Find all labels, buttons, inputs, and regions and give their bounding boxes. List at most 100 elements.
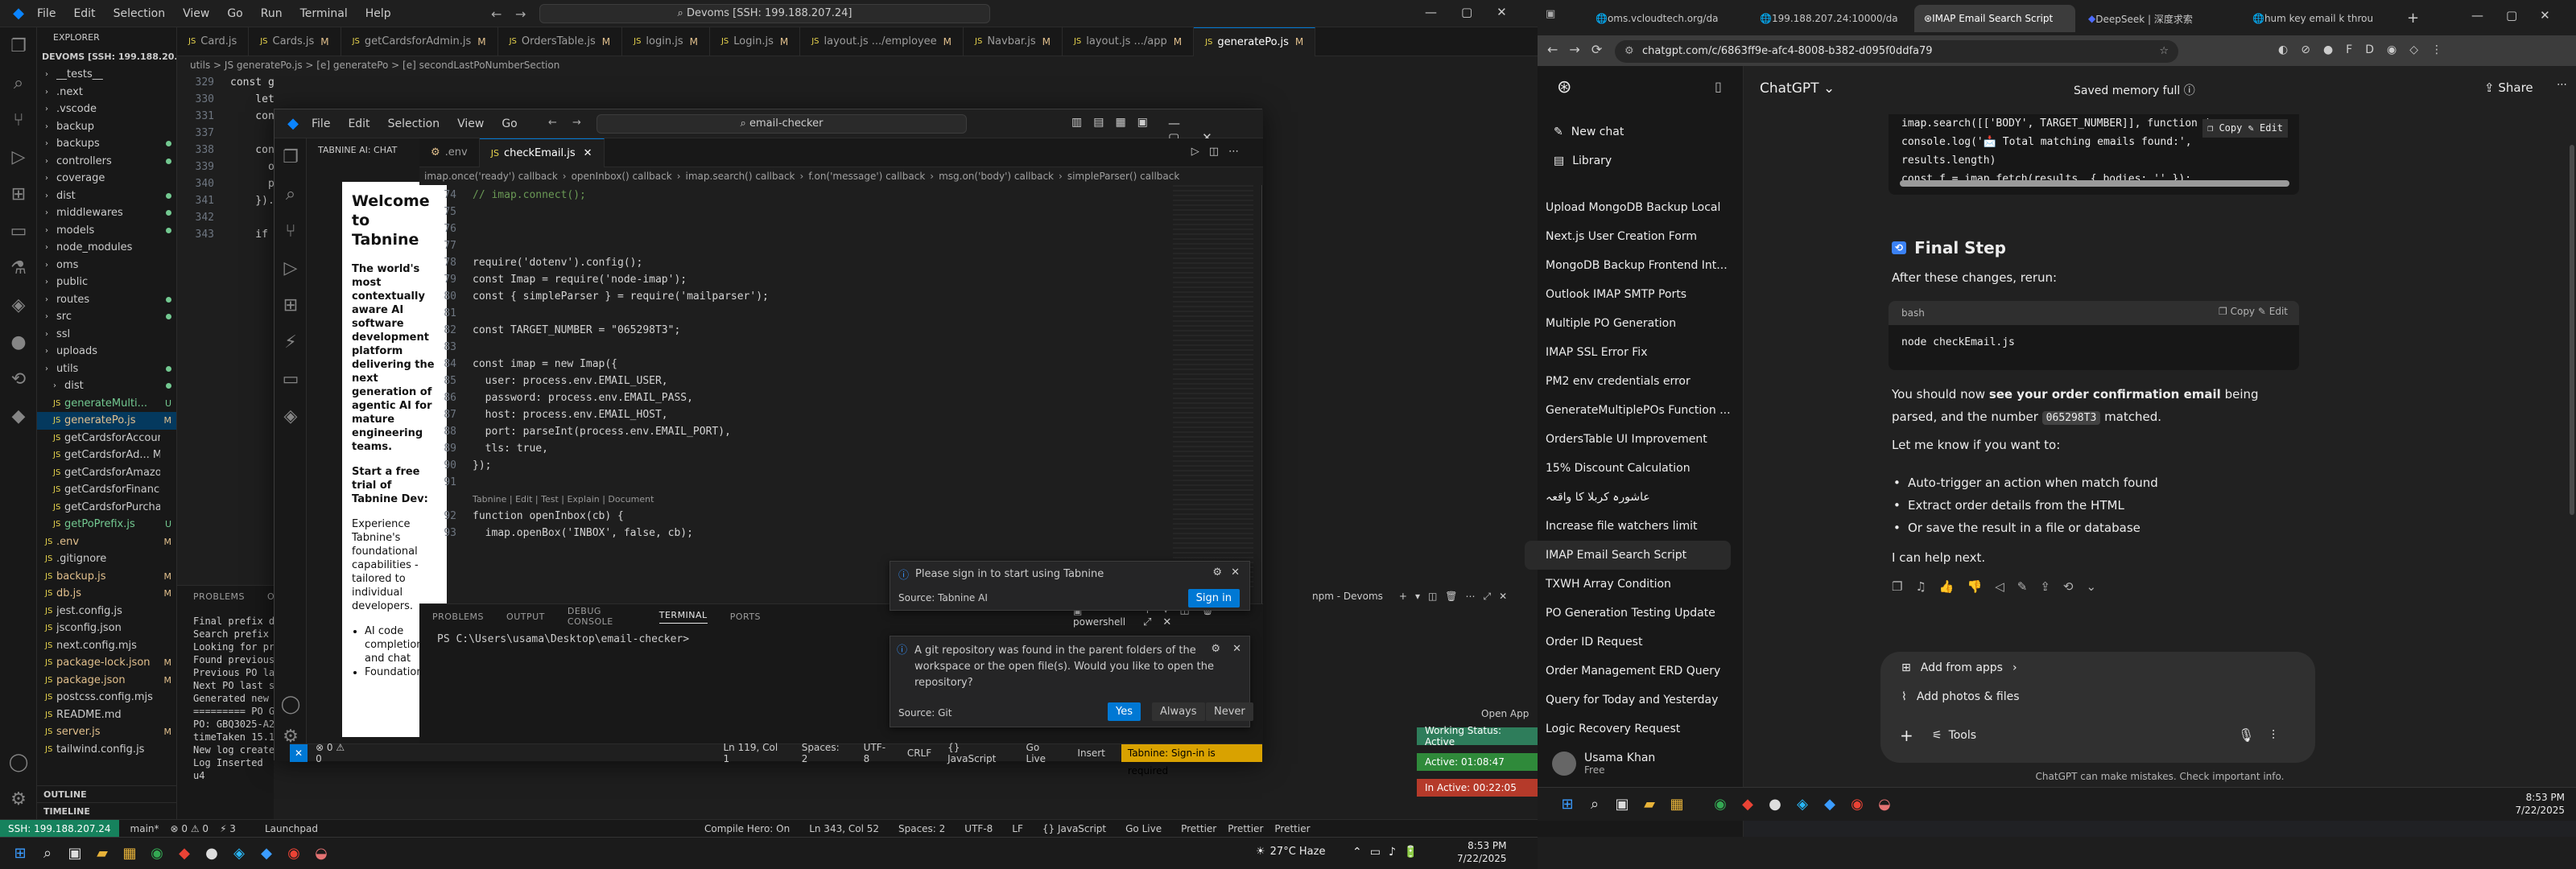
horizontal-scrollbar[interactable] — [1900, 180, 2289, 187]
remote-explorer-icon[interactable]: ▭ — [0, 212, 37, 249]
address-bar[interactable]: ⚙ chatgpt.com/c/6863ff9e-afc4-8008-b382-… — [1615, 40, 2178, 63]
add-from-apps[interactable]: ⊞ Add from apps › — [1901, 661, 2017, 674]
vscode-icon[interactable]: ◆ — [1816, 791, 1843, 818]
source-control-icon[interactable]: ⑂ — [0, 101, 37, 138]
layout-toggle-icons[interactable]: ▥▤▦▣ — [1071, 116, 1159, 129]
conversation-item[interactable]: Upload MongoDB Backup Local — [1525, 193, 1731, 222]
terminal-output[interactable]: Final prefix dete Search prefix fo Looking… — [177, 607, 345, 782]
extensions-icon[interactable]: ⊞ — [0, 175, 37, 212]
problems-count[interactable]: ⊗ 0 ⚠ 0 — [316, 742, 353, 764]
conversation-item[interactable]: Next.js User Creation Form — [1525, 222, 1731, 251]
add-photos[interactable]: ⌇ Add photos & files — [1901, 690, 2020, 703]
menu-view[interactable]: View — [457, 117, 484, 130]
go-live[interactable]: Go Live — [1125, 823, 1162, 834]
scrollbar[interactable] — [2570, 145, 2574, 515]
tree-item[interactable]: JS generatePo.js M — [37, 412, 176, 430]
app-icon[interactable]: ◒ — [1871, 791, 1898, 818]
memory-notice[interactable]: Saved memory full ⓘ — [2074, 82, 2195, 98]
new-tab-icon[interactable]: + — [2407, 10, 2419, 27]
nav-buttons[interactable]: ←→⟳ — [1547, 42, 1613, 57]
compile-hero[interactable]: Compile Hero: On — [704, 823, 790, 834]
account-icon[interactable]: ◯ — [0, 743, 37, 780]
search-icon[interactable]: ⌕ — [1581, 791, 1608, 818]
tree-item[interactable]: › .vscode — [37, 101, 176, 118]
language-mode[interactable]: {} JavaScript — [1042, 823, 1106, 834]
search-icon[interactable]: ⌕ — [34, 840, 61, 867]
github-icon[interactable]: ● — [0, 323, 37, 360]
conversation-item[interactable]: GenerateMultiplePOs Function ... — [1525, 396, 1731, 425]
cursor-position[interactable]: Ln 343, Col 52 — [809, 823, 879, 834]
timeline-section[interactable]: TIMELINE — [37, 802, 177, 819]
tree-item[interactable]: › oms — [37, 257, 176, 274]
menu-run[interactable]: Run — [261, 7, 283, 20]
yes-button[interactable]: Yes — [1108, 702, 1141, 721]
new-chat-button[interactable]: ✎ New chat — [1554, 119, 1624, 145]
workspace-root[interactable]: DEVOMS [SSH: 199.188.20... — [37, 48, 176, 66]
menu-edit[interactable]: Edit — [348, 117, 369, 130]
npm-icon[interactable]: ◆ — [0, 397, 37, 434]
editor-tab[interactable]: JS generatePo.js M — [1194, 27, 1316, 56]
model-selector[interactable]: ChatGPT ⌄ — [1760, 80, 1835, 97]
editor-tab[interactable]: JS layout.js .../app M — [1063, 27, 1195, 56]
docker-icon[interactable]: ◈ — [0, 286, 37, 323]
close-icon[interactable]: ✕ — [584, 147, 592, 159]
menu-view[interactable]: View — [183, 7, 209, 20]
system-tray-icons[interactable]: ⌃▭♪🔋 — [1352, 846, 1426, 859]
conversation-item[interactable]: Order Management ERD Query — [1525, 657, 1731, 686]
tree-item[interactable]: › backup — [37, 118, 176, 136]
tree-item[interactable]: JS README.md — [37, 706, 176, 724]
sign-in-button[interactable]: Sign in — [1187, 589, 1240, 607]
conversation-item[interactable]: عاشورہ کربلا کا واقعہ — [1525, 483, 1731, 512]
editor-actions[interactable]: ▷◫⋯ — [1191, 146, 1249, 158]
tree-item[interactable]: › ssl — [37, 326, 176, 344]
tree-item[interactable]: › __tests__ — [37, 66, 176, 84]
tab-env[interactable]: ⚙ .env — [419, 138, 480, 167]
language-mode[interactable]: {} JavaScript — [947, 742, 1009, 764]
outline-section[interactable]: OUTLINE — [37, 785, 177, 802]
editor-tab[interactable]: JS layout.js .../employee M — [800, 27, 964, 56]
source-control-icon[interactable]: ⑂ — [275, 212, 307, 249]
open-app-button[interactable]: Open App — [1481, 708, 1529, 719]
settings-gear-icon[interactable]: ⚙ — [0, 780, 37, 818]
run-debug-icon[interactable]: ▷ — [275, 249, 307, 286]
tree-item[interactable]: JS .env M — [37, 533, 176, 551]
tab-oms[interactable]: 🌐 oms.vcloudtech.org/da — [1586, 5, 1747, 32]
tree-item[interactable]: JS package.json M — [37, 672, 176, 690]
tree-item[interactable]: JS getPoPrefix.js U — [37, 516, 176, 533]
conversation-item[interactable]: Multiple PO Generation — [1525, 309, 1731, 338]
encoding[interactable]: UTF-8 — [864, 742, 891, 764]
conversation-item[interactable]: IMAP Email Search Script — [1525, 541, 1731, 570]
editor-tab[interactable]: JS OrdersTable.js M — [498, 27, 623, 56]
vscode-icon[interactable]: ◆ — [253, 840, 280, 867]
conversation-item[interactable]: TXWH Array Condition — [1525, 570, 1731, 599]
app-icon[interactable]: ◒ — [308, 840, 335, 867]
problems-count[interactable]: ⊗ 0 ⚠ 0 — [171, 823, 209, 834]
never-button[interactable]: Never — [1206, 702, 1253, 721]
tree-item[interactable]: › routes — [37, 291, 176, 309]
indentation[interactable]: Spaces: 2 — [802, 742, 848, 764]
tree-item[interactable]: JS package-lock.json M — [37, 654, 176, 672]
menu-selection[interactable]: Selection — [114, 7, 166, 20]
tree-item[interactable]: › middlewares — [37, 204, 176, 222]
tree-item[interactable]: › src — [37, 308, 176, 326]
editor-code[interactable]: 329 const generatePo = async (order) => {… — [177, 74, 274, 573]
encoding[interactable]: UTF-8 — [964, 823, 993, 834]
tab-actions-icon[interactable]: ▣ — [1546, 8, 1565, 27]
weather-widget[interactable]: ☀ 27°C Haze — [1256, 846, 1325, 858]
menu-go[interactable]: Go — [227, 7, 242, 20]
extensions-icon[interactable]: ⊞ — [275, 286, 307, 323]
extension-icons[interactable]: ◐⊘●FD◉◇⋮ — [2278, 43, 2455, 56]
editor-tab[interactable]: JS Card.js — [177, 27, 250, 56]
clock[interactable]: 8:53 PM 7/22/2025 — [2515, 791, 2565, 817]
editor-tab[interactable]: JS Cards.js M — [249, 27, 341, 56]
editor-code-2[interactable]: 74 // imap.connect(); 75 76 77 78 require('dot… — [419, 185, 1263, 603]
app-icon[interactable]: ◆ — [1734, 791, 1761, 818]
composer[interactable]: ⊞ Add from apps › ⌇ Add photos & files + ⚟ T… — [1880, 652, 2315, 763]
chrome-icon[interactable]: ◉ — [280, 840, 308, 867]
conversation-item[interactable]: Increase file watchers limit — [1525, 512, 1731, 541]
tab-terminal[interactable]: TERMINAL — [658, 610, 708, 624]
command-center-search[interactable]: ⌕ email-checker — [597, 114, 967, 134]
prettier-1[interactable]: Prettier — [1181, 823, 1216, 834]
voice-mode-icon[interactable]: ⫶ — [2272, 727, 2275, 743]
file-explorer-icon[interactable]: ▰ — [1636, 791, 1663, 818]
